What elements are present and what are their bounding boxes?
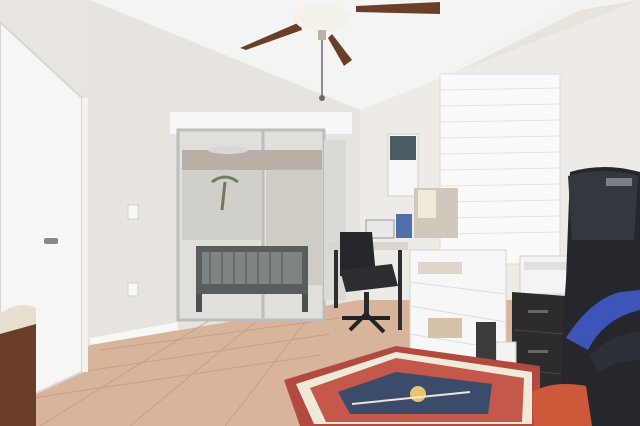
photo-scene [0, 0, 640, 426]
wall-switch[interactable] [127, 204, 139, 220]
red-bag [532, 384, 592, 426]
sliding-glass-door[interactable] [170, 112, 352, 322]
side-table [0, 305, 36, 426]
wall-calendar [387, 133, 419, 197]
wall-outlet [127, 282, 139, 297]
room-illustration [0, 0, 640, 426]
door-handle[interactable] [44, 238, 58, 244]
